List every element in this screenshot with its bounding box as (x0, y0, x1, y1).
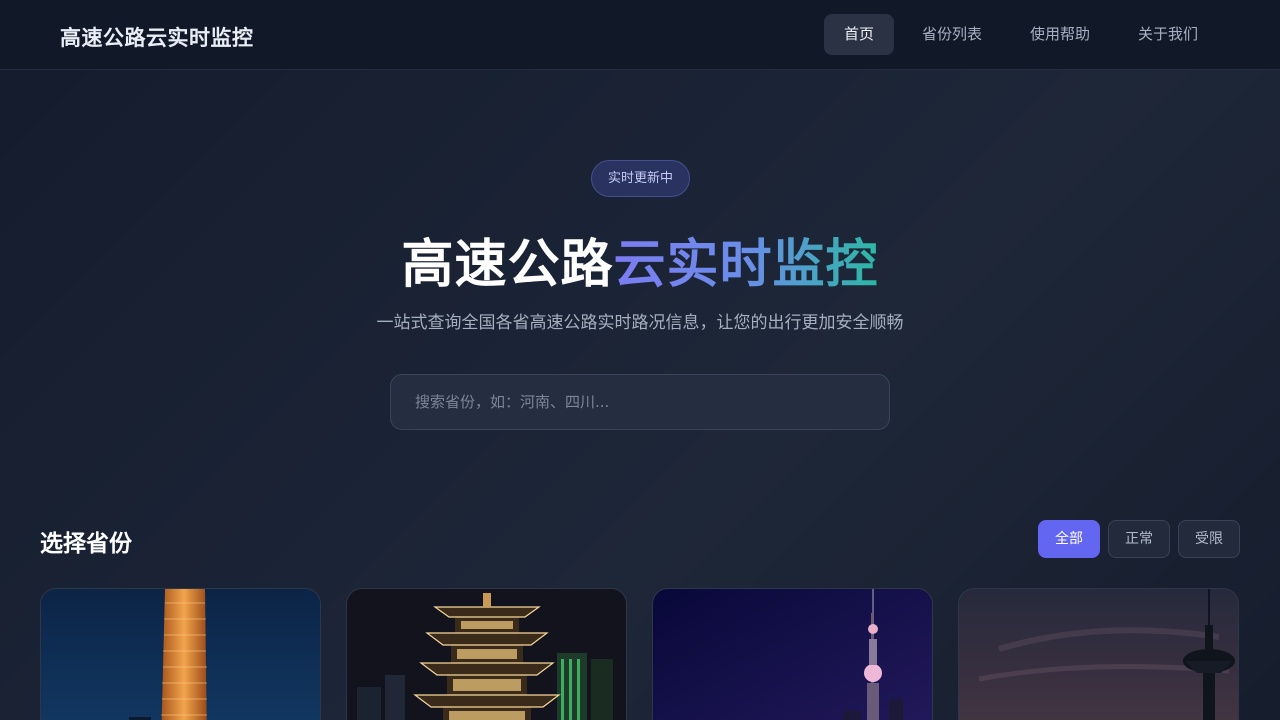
illuminated-pagoda-night-image (347, 589, 626, 720)
nav-home[interactable]: 首页 (823, 14, 894, 55)
lit-skyscraper-night-image (41, 589, 320, 720)
province-card[interactable] (652, 588, 933, 720)
live-update-badge: 实时更新中 (591, 160, 690, 197)
province-search-input[interactable] (390, 374, 890, 430)
tv-tower-dusk-image (959, 589, 1238, 720)
hero-subtitle: 一站式查询全国各省高速公路实时路况信息，让您的出行更加安全顺畅 (376, 313, 904, 333)
filter-all-button[interactable]: 全部 (1038, 520, 1100, 558)
nav-province-list[interactable]: 省份列表 (902, 14, 1002, 55)
province-card[interactable] (346, 588, 627, 720)
top-navbar: 高速公路云实时监控 首页 省份列表 使用帮助 关于我们 (0, 0, 1280, 70)
filter-restricted-button[interactable]: 受限 (1178, 520, 1240, 558)
status-filters: 全部 正常 受限 (1038, 520, 1240, 558)
province-card[interactable] (958, 588, 1239, 720)
hero-title-gradient: 云实时监控 (613, 235, 879, 295)
province-section-title: 选择省份 (40, 531, 132, 557)
province-card-grid (40, 588, 1239, 720)
nav-help[interactable]: 使用帮助 (1010, 14, 1110, 55)
hero-title-plain: 高速公路 (401, 235, 614, 295)
main-nav: 首页 省份列表 使用帮助 关于我们 (823, 14, 1218, 55)
filter-normal-button[interactable]: 正常 (1108, 520, 1170, 558)
tv-tower-skyline-night-image (653, 589, 932, 720)
nav-about[interactable]: 关于我们 (1118, 14, 1218, 55)
hero-title: 高速公路云实时监控 (0, 222, 1280, 297)
province-card[interactable] (40, 588, 321, 720)
brand-title[interactable]: 高速公路云实时监控 (60, 22, 254, 52)
